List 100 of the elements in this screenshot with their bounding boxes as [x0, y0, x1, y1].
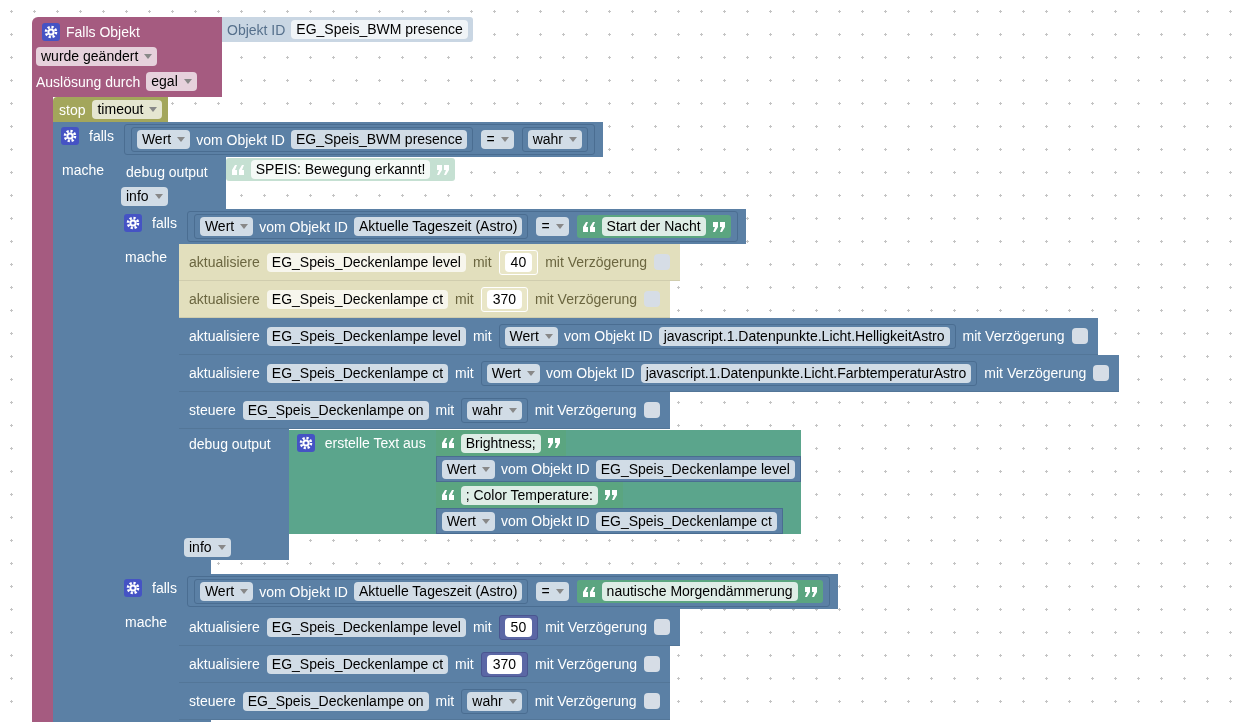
block-label: aktualisiere [189, 253, 260, 271]
object-id-field[interactable]: javascript.1.Datenpunkte.Licht.FarbtemperaturAstro [640, 363, 972, 383]
caret-icon [240, 589, 249, 594]
object-id-field[interactable]: EG_Speis_Deckenlampe level [266, 617, 466, 637]
dropdown-field[interactable]: Wert [441, 511, 495, 531]
block-label: aktualisiere [189, 655, 260, 673]
block-label: vom Objekt ID [259, 217, 348, 236]
block-label: mache [125, 614, 168, 630]
object-id-field[interactable]: EG_Speis_BWM presence [290, 130, 468, 149]
object-id-field[interactable]: EG_Speis_Deckenlampe on [242, 400, 429, 420]
caret-icon [149, 107, 158, 112]
block-label: mache [125, 249, 168, 265]
object-id-field[interactable]: EG_Speis_Deckenlampe ct [595, 511, 777, 531]
dropdown-field[interactable]: Wert [199, 582, 254, 601]
block-label: falls [152, 579, 177, 597]
checkbox[interactable] [1093, 365, 1110, 381]
number-field[interactable]: 50 [504, 617, 533, 637]
text-field[interactable]: nautische Morgendämmerung [601, 582, 798, 601]
dropdown-field[interactable]: egal [146, 72, 197, 91]
quote-icon [803, 586, 818, 597]
text-field[interactable]: ; Color Temperature: [460, 485, 598, 505]
dropdown-field[interactable]: Wert [136, 130, 191, 149]
caret-icon [240, 224, 249, 229]
dropdown-field[interactable]: Wert [199, 217, 254, 236]
block-label: aktualisiere [189, 327, 260, 345]
block-label: mit Verzögerung [534, 401, 637, 419]
block-label: stop [59, 100, 86, 119]
quote-icon [581, 586, 596, 597]
gear-icon[interactable] [61, 127, 79, 145]
quote-icon [546, 438, 561, 448]
object-id-field[interactable]: Aktuelle Tageszeit (Astro) [353, 582, 523, 601]
object-id-field[interactable]: EG_Speis_Deckenlampe level [266, 326, 466, 346]
block-label: Objekt ID [227, 20, 286, 39]
object-id-field[interactable]: EG_Speis_Deckenlampe on [242, 691, 429, 711]
gear-icon[interactable] [296, 434, 315, 452]
text-field[interactable]: SPEIS: Bewegung erkannt! [250, 160, 431, 179]
caret-icon [544, 333, 553, 339]
dropdown-field[interactable]: wahr [467, 400, 522, 420]
text-field[interactable]: Brightness; [460, 433, 541, 453]
block-label: mit [472, 327, 492, 345]
dropdown-field[interactable]: Wert [504, 326, 558, 346]
dropdown-field[interactable]: wurde geändert [36, 47, 158, 66]
text-field[interactable]: Start der Nacht [601, 217, 706, 236]
block-label: debug output [125, 163, 208, 181]
object-id-field[interactable]: EG_Speis_Deckenlampe ct [266, 363, 449, 383]
block-label: Auslösung durch [36, 72, 141, 91]
number-field[interactable]: 370 [486, 654, 523, 674]
block-label: falls [89, 127, 114, 145]
block-label: vom Objekt ID [563, 327, 653, 345]
object-id-field[interactable]: javascript.1.Datenpunkte.Licht.HelligkeitAstro [658, 326, 950, 346]
block-label: aktualisiere [189, 618, 260, 636]
dropdown-field[interactable]: wahr [467, 691, 522, 711]
block-label: erstelle Text aus [324, 434, 426, 452]
object-id-field[interactable]: EG_Speis_Deckenlampe level [595, 459, 795, 479]
dropdown-field[interactable]: wahr [527, 130, 582, 149]
caret-icon [481, 518, 490, 524]
block-label: vom Objekt ID [500, 512, 590, 530]
block-label: mit [455, 655, 474, 673]
block-label: mit Verzögerung [984, 364, 1087, 382]
gear-icon[interactable] [124, 214, 142, 232]
dropdown-field[interactable]: Wert [486, 363, 540, 383]
checkbox[interactable] [643, 693, 660, 709]
quote-icon [230, 164, 245, 175]
block-label: vom Objekt ID [259, 582, 348, 601]
caret-icon [481, 466, 490, 472]
gear-icon[interactable] [42, 22, 60, 41]
block-label: aktualisiere [189, 364, 260, 382]
dropdown-field[interactable]: = [481, 130, 514, 149]
object-id-field[interactable]: Aktuelle Tageszeit (Astro) [353, 217, 523, 236]
block-label: mit Verzögerung [545, 618, 648, 636]
object-id-field[interactable]: EG_Speis_BWM presence [291, 20, 468, 39]
block-label: mache [62, 162, 105, 178]
quote-icon [436, 164, 451, 175]
checkbox[interactable] [1071, 328, 1088, 344]
caret-icon [508, 698, 517, 704]
block-label: falls [152, 214, 177, 232]
block-label: mit Verzögerung [535, 290, 637, 308]
dropdown-field[interactable]: timeout [92, 100, 163, 119]
dropdown-field[interactable]: info [184, 538, 231, 557]
object-id-field[interactable]: EG_Speis_Deckenlampe ct [266, 654, 449, 674]
block-label: steuere [189, 692, 236, 710]
dropdown-field[interactable]: = [536, 582, 569, 601]
checkbox[interactable] [643, 402, 660, 418]
block-label: mit Verzögerung [535, 655, 637, 673]
block-label: mit [435, 692, 455, 710]
checkbox[interactable] [644, 656, 660, 672]
checkbox[interactable] [654, 619, 671, 635]
block-label: mit Verzögerung [962, 327, 1065, 345]
dropdown-field[interactable]: info [121, 187, 168, 206]
dropdown-field[interactable]: Wert [441, 459, 495, 479]
block-label: mit [435, 401, 455, 419]
caret-icon [144, 54, 153, 59]
gear-icon[interactable] [124, 579, 142, 597]
block-label: vom Objekt ID [546, 364, 635, 382]
caret-icon [217, 545, 226, 550]
caret-icon [555, 224, 564, 229]
dropdown-field[interactable]: = [536, 217, 569, 236]
quote-icon [711, 221, 726, 232]
block-label: mit Verzögerung [545, 253, 648, 271]
block-label: debug output [188, 435, 271, 453]
